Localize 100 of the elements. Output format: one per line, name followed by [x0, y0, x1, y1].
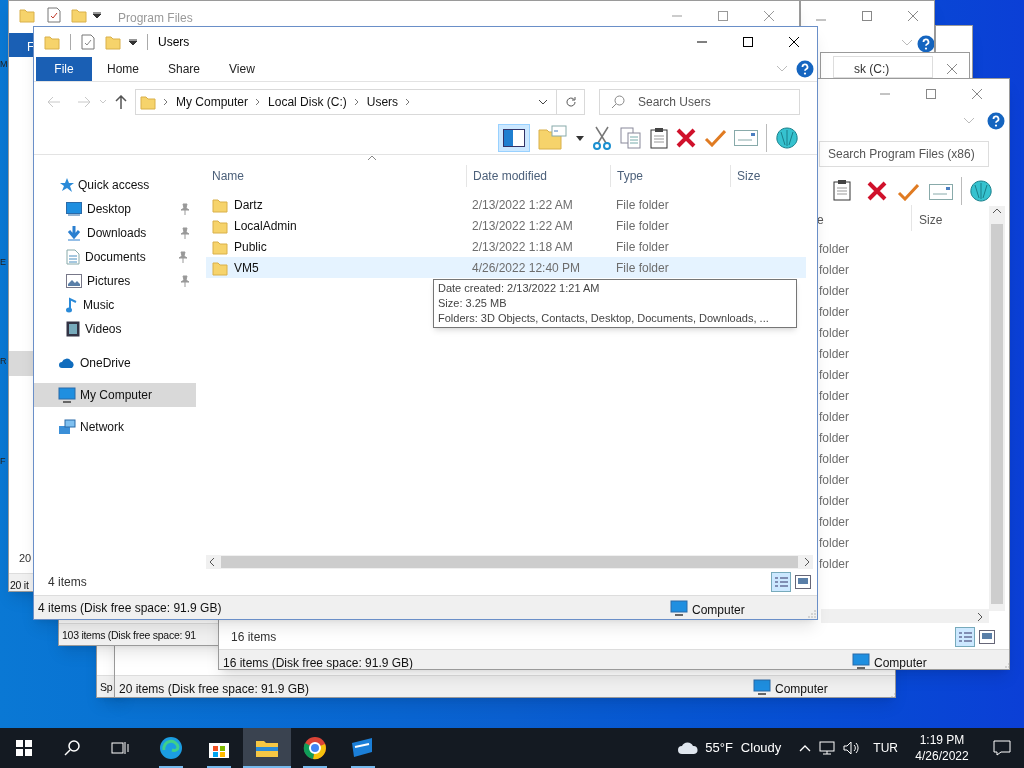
sidebar-item[interactable]: Documents — [34, 245, 196, 269]
dropdown-icon[interactable] — [538, 99, 548, 105]
clipboard-icon[interactable] — [833, 179, 851, 201]
thumbnails-view-icon[interactable] — [795, 575, 811, 589]
refresh-button[interactable] — [557, 89, 585, 115]
scissors-icon[interactable] — [592, 126, 612, 150]
sidebar-item[interactable]: My Computer — [34, 383, 196, 407]
shell-icon[interactable] — [775, 126, 799, 150]
ribbon-tab[interactable]: File — [36, 57, 92, 81]
network-icon[interactable] — [819, 741, 836, 755]
pane-icon[interactable] — [503, 129, 525, 147]
help-icon[interactable] — [796, 60, 814, 78]
file-row[interactable]: Public 2/13/2022 1:18 AM File folder — [206, 236, 806, 257]
pin-icon[interactable] — [180, 275, 190, 287]
file-row[interactable]: VM5 4/26/2022 12:40 PM File folder — [206, 257, 806, 278]
preview-pane-button[interactable] — [498, 124, 530, 152]
horizontal-scrollbar[interactable] — [206, 555, 813, 569]
search-icon[interactable] — [64, 740, 80, 756]
details-view-icon[interactable] — [771, 572, 791, 592]
ribbon-tab[interactable]: Share — [154, 57, 215, 81]
scroll-right-icon[interactable] — [804, 557, 810, 567]
pin-icon[interactable] — [178, 251, 188, 263]
thumbnails-view-icon[interactable] — [979, 630, 995, 644]
refresh-icon[interactable] — [564, 96, 577, 108]
scroll-left-icon[interactable] — [209, 557, 215, 567]
checkmark-icon[interactable] — [897, 183, 919, 201]
column-header[interactable]: Name — [206, 165, 466, 187]
vertical-scrollbar[interactable] — [989, 206, 1005, 611]
breadcrumb-chevron-icon[interactable] — [352, 98, 361, 106]
taskbar-app-button[interactable] — [243, 728, 291, 768]
task-view-icon[interactable] — [111, 740, 129, 756]
star-icon — [58, 177, 74, 193]
column-header[interactable]: Size — [730, 165, 808, 187]
file-type: File folder — [616, 197, 669, 212]
breadcrumb[interactable]: Local Disk (C:) — [268, 93, 347, 111]
address-bar[interactable]: sk (C:) — [833, 56, 933, 78]
checkmark-icon[interactable] — [704, 129, 726, 147]
computer-icon — [852, 653, 870, 669]
sidebar-item[interactable]: OneDrive — [34, 351, 196, 375]
column-header[interactable]: Type — [610, 165, 730, 187]
sort-caret-icon[interactable] — [366, 155, 377, 161]
breadcrumb-chevron-icon[interactable] — [162, 98, 170, 106]
pin-icon[interactable] — [180, 203, 190, 215]
tooltip-line: Folders: 3D Objects, Contacts, Desktop, Documents, Downloads, ... — [438, 311, 769, 326]
sidebar-item[interactable]: Network — [34, 415, 196, 439]
volume-icon[interactable] — [843, 741, 860, 755]
properties-icon[interactable] — [81, 34, 95, 50]
computer-icon — [753, 679, 771, 695]
copy-icon[interactable] — [620, 127, 642, 149]
delete-icon[interactable] — [867, 181, 887, 201]
sidebar-item[interactable]: Downloads — [34, 221, 196, 245]
search-field[interactable]: Search Program Files (x86) — [819, 141, 989, 167]
address-bar[interactable]: My Computer Local Disk (C:) Users — [135, 89, 557, 115]
envelope-icon[interactable] — [929, 184, 953, 200]
language-indicator[interactable]: TUR — [873, 739, 898, 757]
sidebar-item[interactable]: Music — [34, 293, 196, 317]
file-name: VM5 — [234, 259, 259, 277]
ribbon-tab[interactable]: Home — [93, 57, 153, 81]
pin-icon[interactable] — [180, 227, 190, 239]
envelope-icon[interactable] — [734, 130, 758, 146]
file-row[interactable]: LocalAdmin 2/13/2022 1:22 AM File folder — [206, 215, 806, 236]
horizontal-scrollbar[interactable] — [821, 609, 989, 623]
shell-icon[interactable] — [969, 179, 993, 203]
maximize-icon[interactable] — [743, 37, 753, 47]
weather-button[interactable]: 55°F Cloudy — [673, 728, 786, 768]
breadcrumb[interactable]: Users — [366, 93, 399, 111]
chevron-up-icon[interactable] — [799, 744, 812, 752]
sidebar-item[interactable]: Quick access — [34, 173, 196, 197]
properties-icon[interactable] — [47, 7, 61, 23]
dropdown-icon[interactable] — [129, 39, 137, 45]
window-edge-text: F — [0, 455, 6, 468]
search-field[interactable]: Search Users — [599, 89, 800, 115]
scroll-up-icon[interactable] — [992, 208, 1002, 214]
close-icon[interactable] — [789, 37, 799, 47]
clock[interactable]: 1:19 PM 4/26/2022 — [910, 732, 974, 764]
dropdown-icon[interactable] — [576, 135, 584, 141]
item-count: 4 items — [48, 574, 87, 591]
sidebar-item[interactable]: Desktop — [34, 197, 196, 221]
chat-bubble-icon[interactable] — [993, 740, 1011, 756]
help-icon[interactable] — [917, 35, 934, 53]
dropdown-icon[interactable] — [93, 12, 101, 18]
table-cell-text: folder — [819, 493, 850, 510]
up-icon[interactable] — [115, 95, 127, 109]
file-row[interactable]: Dartz 2/13/2022 1:22 AM File folder — [206, 194, 806, 215]
search-icon — [611, 95, 625, 109]
windows-logo-icon[interactable] — [16, 740, 32, 756]
column-header[interactable]: Size — [919, 211, 943, 229]
column-header[interactable]: Date modified — [466, 165, 610, 187]
help-icon[interactable] — [987, 112, 1005, 130]
ribbon-tab[interactable]: View — [215, 57, 269, 81]
breadcrumb[interactable]: My Computer — [176, 93, 249, 111]
scroll-right-icon[interactable] — [977, 612, 983, 622]
table-cell-text: folder — [819, 535, 850, 552]
column-header[interactable]: e — [817, 211, 824, 229]
sidebar-item[interactable]: Pictures — [34, 269, 196, 293]
details-view-icon[interactable] — [955, 627, 975, 647]
clipboard-icon[interactable] — [650, 127, 668, 149]
sidebar-item[interactable]: Videos — [34, 317, 196, 341]
delete-icon[interactable] — [676, 128, 696, 148]
computer-icon — [58, 387, 76, 403]
